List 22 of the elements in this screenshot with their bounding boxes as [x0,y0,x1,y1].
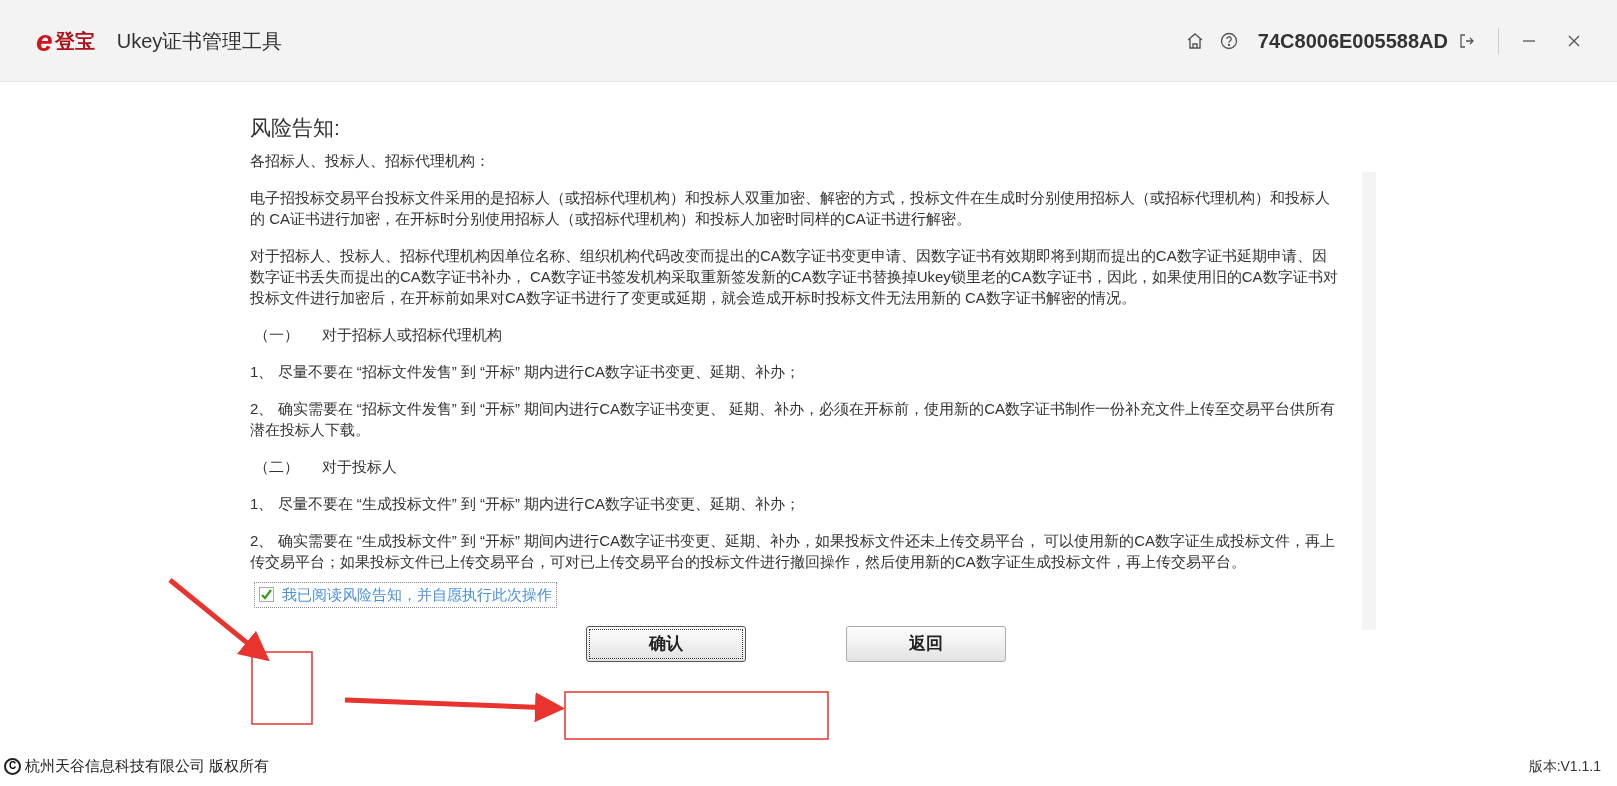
logo-name: 登宝 [54,28,95,54]
section-heading: 对于招标人或招标代理机构 [322,324,502,345]
agreement-checkbox[interactable]: 我已阅读风险告知，并自愿执行此次操作 [254,581,557,608]
window-title: Ukey证书管理工具 [116,28,283,54]
copyright-text: 杭州天谷信息科技有限公司 版权所有 [25,755,270,776]
section-number: （一） [254,324,300,345]
notice-paragraph: 各招标人、投标人、招标代理机构： [250,150,491,171]
notice-paragraph: 电子招投标交易平台投标文件采用的是招标人（或招标代理机构）和投标人双重加密、解密的方式，投标文件在生成时分别使用招标人（或招标代理机构）和投标人的 CA证书进行加密，在开标时分别使用招标人（或招标代理机构）和投标人加密时同样的CA证书进行解密。 [250,187,1331,229]
device-id: 74C8006E005588AD [1257,28,1448,54]
notice-paragraph: 对于招标人、投标人、招标代理机构因单位名称、组织机构代码改变而提出的CA数字证书变更申请、因数字证书有效期即将到期而提出的CA数字证书延期申请、因数字证书丢失而提出的CA数字证书补办， CA数字证书签发机构采取重新签发新的CA数字证书替换掉Ukey锁里老的CA数字证书，因此，如果使用旧的CA数字证书对投标文件进行加密后，在开标前如果对CA数字证书进行了变更或延期，就会造成开标时投标文件无法用新的 CA数字证书解密的情况。 [250,245,1339,308]
dialog-button[interactable]: 返回 [846,626,1006,662]
dialog-button[interactable]: 确认 [586,626,746,662]
copyright-icon: C [4,757,21,775]
logo-mark: e [36,25,53,56]
section-heading: 对于投标人 [322,456,397,477]
notice-paragraph: 1、 尽量不要在 “生成投标文件” 到 “开标” 期内进行CA数字证书变更、延期、补办； [250,493,801,514]
notice-heading: 风险告知: [250,115,340,141]
version-text: 版本:V1.1.1 [1528,756,1601,776]
notice-paragraph: 1、 尽量不要在 “招标文件发售” 到 “开标” 期内进行CA数字证书变更、延期、补办； [250,361,801,382]
notice-paragraph: 2、 确实需要在 “生成投标文件” 到 “开标” 期间内进行CA数字证书变更、延期、补办，如果投标文件还未上传交易平台， 可以使用新的CA数字证生成投标文件，再上传交易平台；如果投标文件已上传交易平台，可对已上传交易平台的投标文件进行撤回操作，然后使用新的CA数字证生成投标文件，再上传交易平台。 [250,530,1336,572]
section-number: （二） [254,456,300,477]
notice-paragraph: 2、 确实需要在 “招标文件发售” 到 “开标” 期间内进行CA数字证书变更、 延期、补办，必须在开标前，使用新的CA数字证书制作一份补充文件上传至交易平台供所有潜在投标人下载。 [250,398,1336,440]
